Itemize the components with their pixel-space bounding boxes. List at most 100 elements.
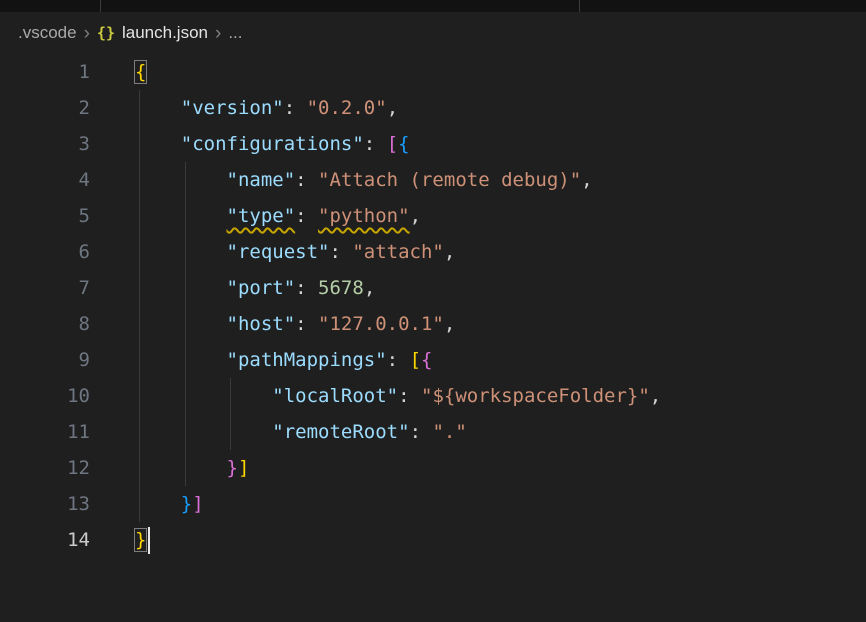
code-line[interactable]: 9 "pathMappings": [{ xyxy=(0,342,866,378)
code-token xyxy=(135,421,272,443)
code-text: "name": "Attach (remote debug)", xyxy=(90,162,593,198)
line-number[interactable]: 12 xyxy=(0,450,90,486)
line-number[interactable]: 1 xyxy=(0,54,90,90)
breadcrumb-symbol-more[interactable]: ... xyxy=(228,23,242,43)
line-number[interactable]: 7 xyxy=(0,270,90,306)
code-token xyxy=(135,241,227,263)
code-line[interactable]: 12 }] xyxy=(0,450,866,486)
chevron-right-icon: › xyxy=(84,24,90,43)
code-line[interactable]: 13 }] xyxy=(0,486,866,522)
line-number[interactable]: 3 xyxy=(0,126,90,162)
breadcrumb-file[interactable]: launch.json xyxy=(122,23,208,43)
tab-separator xyxy=(579,0,580,12)
code-token: "port" xyxy=(227,277,296,299)
code-text: }] xyxy=(90,450,249,486)
code-token: , xyxy=(444,241,455,263)
code-token: { xyxy=(421,349,432,371)
chevron-right-icon: › xyxy=(215,24,221,43)
code-token: : xyxy=(295,205,318,227)
line-number[interactable]: 11 xyxy=(0,414,90,450)
code-text: } xyxy=(90,522,150,558)
code-token: "remoteRoot" xyxy=(272,421,409,443)
code-line[interactable]: 2 "version": "0.2.0", xyxy=(0,90,866,126)
code-text: "host": "127.0.0.1", xyxy=(90,306,455,342)
matched-bracket: } xyxy=(135,529,146,551)
breadcrumb-folder[interactable]: .vscode xyxy=(18,23,77,43)
code-token xyxy=(135,133,181,155)
tab-bar xyxy=(0,0,866,12)
code-token xyxy=(135,169,227,191)
code-token: , xyxy=(581,169,592,191)
code-token: , xyxy=(410,205,421,227)
code-text: "request": "attach", xyxy=(90,234,455,270)
code-line[interactable]: 10 "localRoot": "${workspaceFolder}", xyxy=(0,378,866,414)
code-token: "configurations" xyxy=(181,133,364,155)
code-token: , xyxy=(364,277,375,299)
code-line[interactable]: 3 "configurations": [{ xyxy=(0,126,866,162)
code-token xyxy=(135,457,227,479)
code-token: ] xyxy=(238,457,249,479)
code-lines: 1{2 "version": "0.2.0",3 "configurations… xyxy=(0,54,866,558)
code-editor[interactable]: 1{2 "version": "0.2.0",3 "configurations… xyxy=(0,54,866,622)
code-text: "port": 5678, xyxy=(90,270,375,306)
line-number[interactable]: 5 xyxy=(0,198,90,234)
code-token: "python" xyxy=(318,205,410,227)
code-token xyxy=(135,205,227,227)
code-token: : xyxy=(295,313,318,335)
code-line[interactable]: 8 "host": "127.0.0.1", xyxy=(0,306,866,342)
line-number[interactable]: 6 xyxy=(0,234,90,270)
code-line[interactable]: 14} xyxy=(0,522,866,558)
code-token: { xyxy=(398,133,409,155)
code-token: : xyxy=(387,349,410,371)
code-token: : xyxy=(295,277,318,299)
code-line[interactable]: 11 "remoteRoot": "." xyxy=(0,414,866,450)
code-token: "127.0.0.1" xyxy=(318,313,444,335)
code-line[interactable]: 4 "name": "Attach (remote debug)", xyxy=(0,162,866,198)
code-line[interactable]: 6 "request": "attach", xyxy=(0,234,866,270)
code-token: "attach" xyxy=(352,241,444,263)
indent-guide xyxy=(185,162,186,486)
line-number[interactable]: 13 xyxy=(0,486,90,522)
code-token xyxy=(135,349,227,371)
code-text: "configurations": [{ xyxy=(90,126,410,162)
code-token: [ xyxy=(410,349,421,371)
code-text: }] xyxy=(90,486,204,522)
text-cursor xyxy=(148,527,150,554)
code-token: "name" xyxy=(227,169,296,191)
line-number[interactable]: 4 xyxy=(0,162,90,198)
code-token: "version" xyxy=(181,97,284,119)
code-token: : xyxy=(295,169,318,191)
line-number[interactable]: 2 xyxy=(0,90,90,126)
code-token: "Attach (remote debug)" xyxy=(318,169,581,191)
code-token xyxy=(135,277,227,299)
code-token: : xyxy=(364,133,387,155)
code-token: , xyxy=(444,313,455,335)
line-number[interactable]: 8 xyxy=(0,306,90,342)
code-line[interactable]: 1{ xyxy=(0,54,866,90)
code-token: , xyxy=(650,385,661,407)
code-token xyxy=(135,97,181,119)
code-token: "0.2.0" xyxy=(307,97,387,119)
line-number[interactable]: 9 xyxy=(0,342,90,378)
code-line[interactable]: 5 "type": "python", xyxy=(0,198,866,234)
vscode-editor-window: .vscode › {} launch.json › ... 1{2 "vers… xyxy=(0,0,866,622)
code-token: : xyxy=(284,97,307,119)
code-token: "type" xyxy=(227,205,296,227)
code-token: 5678 xyxy=(318,277,364,299)
line-number[interactable]: 10 xyxy=(0,378,90,414)
code-token: } xyxy=(227,457,238,479)
matched-bracket: { xyxy=(135,61,146,83)
code-token: "pathMappings" xyxy=(227,349,387,371)
code-token: [ xyxy=(387,133,398,155)
code-token: : xyxy=(398,385,421,407)
code-token: "localRoot" xyxy=(272,385,398,407)
code-text: "version": "0.2.0", xyxy=(90,90,398,126)
line-number[interactable]: 14 xyxy=(0,522,90,558)
tab-separator xyxy=(100,0,101,12)
code-line[interactable]: 7 "port": 5678, xyxy=(0,270,866,306)
code-token: : xyxy=(410,421,433,443)
code-text: { xyxy=(90,54,146,90)
code-token: , xyxy=(387,97,398,119)
code-token xyxy=(135,313,227,335)
code-token: ] xyxy=(192,493,203,515)
